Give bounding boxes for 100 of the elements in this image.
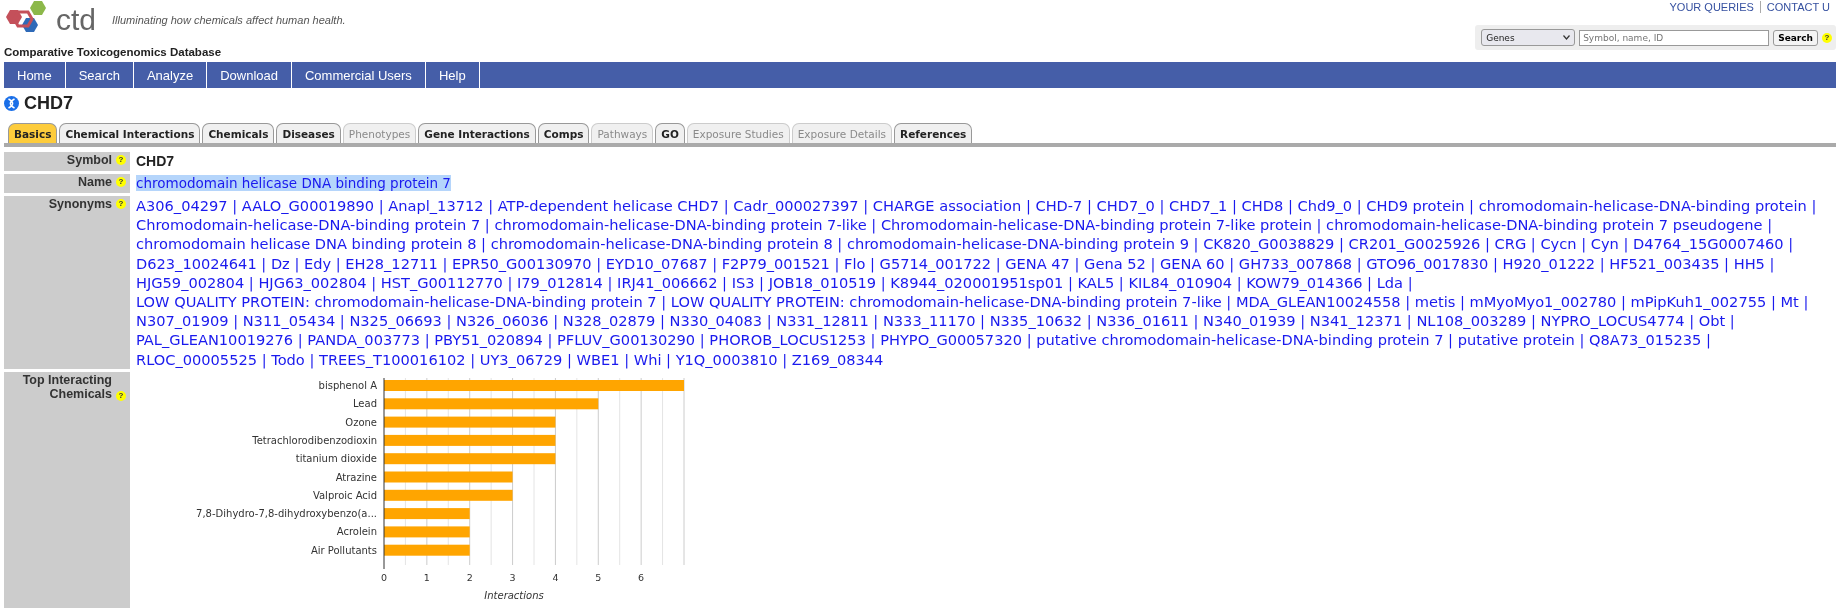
synonym-link[interactable]: KIL84_010904 [1128,273,1232,291]
help-icon[interactable]: ? [116,155,126,165]
synonym-link[interactable]: mMyoMyo1_002780 [1469,293,1617,310]
synonym-link[interactable]: Y1Q_0003810 [675,350,778,368]
synonym-link[interactable]: IS3 [731,273,755,291]
synonym-link[interactable]: Chromodomain-helicase-DNA-binding protein 7 [136,216,481,234]
synonym-link[interactable]: CHD7_1 [1169,197,1228,214]
synonym-link[interactable]: chromodomain-helicase-DNA-binding protein [1478,197,1807,214]
synonym-link[interactable]: GENA 60 [1160,254,1225,272]
synonym-link[interactable]: KAL5 [1077,273,1115,291]
synonym-link[interactable]: CR201_G0025926 [1348,235,1481,253]
synonym-link[interactable]: Flo [844,254,866,272]
synonym-link[interactable]: chromodomain-helicase-DNA-binding protein 7-like [494,216,867,234]
nav-link[interactable]: Search [65,62,134,88]
tab[interactable]: GO [655,123,685,143]
synonym-link[interactable]: N331_12811 [776,312,869,330]
category-dropdown[interactable]: Genes [1481,29,1576,46]
synonym-link[interactable]: RLOC_00005525 [136,350,257,368]
synonym-link[interactable]: N341_12371 [1309,312,1403,330]
synonym-link[interactable]: PAL_GLEAN10019276 [136,331,294,349]
help-icon[interactable]: ? [116,199,126,209]
synonym-link[interactable]: N335_10632 [989,312,1083,330]
synonym-link[interactable]: PHOROB_LOCUS1253 [709,331,866,349]
nav-link[interactable]: Help [425,62,480,88]
synonym-link[interactable]: Edy [304,254,332,272]
synonym-link[interactable]: CRG [1494,235,1527,253]
synonym-link[interactable]: metis [1414,293,1456,310]
tab[interactable]: Diseases [276,123,341,143]
synonym-link[interactable]: AALO_G00019890 [241,197,375,214]
synonym-link[interactable]: WBE1 [576,350,620,368]
nav-link[interactable]: Download [207,62,292,88]
synonym-link[interactable]: GTO96_0017830 [1366,254,1489,272]
synonym-link[interactable]: CHD9 protein [1366,197,1465,214]
synonym-link[interactable]: JOB18_010519 [768,273,877,291]
synonym-link[interactable]: N328_02879 [562,312,656,330]
tab[interactable]: Chemicals [202,123,275,143]
synonym-link[interactable]: chromodomain-helicase-DNA-binding protein 7 pseudogene [1326,216,1763,234]
help-icon[interactable]: ? [116,177,126,187]
synonym-link[interactable]: GENA 47 [1005,254,1070,272]
synonym-link[interactable]: Todo [271,350,305,368]
synonym-link[interactable]: Whi [633,350,662,368]
synonym-link[interactable]: Dz [270,254,290,272]
synonym-link[interactable]: EPR50_G00130970 [452,254,592,272]
synonym-link[interactable]: Chd9_0 [1297,197,1353,214]
synonym-link[interactable]: N307_01909 [136,312,229,330]
synonym-link[interactable]: HH5 [1733,254,1765,272]
synonym-link[interactable]: HJG59_002804 [136,273,245,291]
nav-link[interactable]: Analyze [133,62,208,88]
synonym-link[interactable]: N333_11170 [882,312,976,330]
synonym-link[interactable]: Lda [1376,273,1404,291]
synonym-link[interactable]: CHD8 [1241,197,1284,214]
synonym-link[interactable]: N325_06693 [349,312,442,330]
synonym-link[interactable]: PFLUV_G00130290 [557,331,696,349]
header-link[interactable]: YOUR QUERIES [1663,1,1760,13]
synonym-link[interactable]: Cycn [1540,235,1577,253]
synonym-link[interactable]: LOW QUALITY PROTEIN: chromodomain-helicase-DNA-binding protein 7-like [670,293,1222,310]
tab[interactable]: Comps [537,123,590,143]
synonym-link[interactable]: CHD7_0 [1096,197,1155,214]
synonym-link[interactable]: K8944_020001951sp01 [890,273,1064,291]
synonym-link[interactable]: PHYPO_G00057320 [880,331,1022,349]
synonym-link[interactable]: chromodomain helicase DNA binding protein 8 [136,235,477,253]
synonym-link[interactable]: G5714_001722 [879,254,992,272]
synonym-link[interactable]: chromodomain-helicase-DNA-binding protein 9 [846,235,1189,253]
synonym-link[interactable]: Chromodomain-helicase-DNA-binding protein 7-like protein [880,216,1312,234]
synonym-link[interactable]: Cyn [1590,235,1619,253]
synonym-link[interactable]: NYPRO_LOCUS4774 [1540,312,1685,330]
help-icon[interactable]: ? [1822,32,1832,43]
header-link[interactable]: CONTACT U [1759,1,1836,13]
synonym-link[interactable]: mPipKuh1_002755 [1630,293,1767,310]
tab[interactable]: Basics [8,123,58,143]
synonym-link[interactable]: TREES_T100016102 [319,350,466,368]
synonym-link[interactable]: chromodomain-helicase-DNA-binding protein 8 [490,235,833,253]
synonym-link[interactable]: CK820_G0038829 [1203,235,1335,253]
synonym-link[interactable]: HST_G00112770 [380,273,503,291]
synonym-link[interactable]: H920_01222 [1502,254,1596,272]
synonym-link[interactable]: KOW79_014366 [1246,273,1363,291]
tab[interactable]: Chemical Interactions [59,123,201,143]
synonym-link[interactable]: Anapl_13712 [388,197,484,214]
search-field[interactable]: Symbol, name, ID [1579,29,1770,46]
synonym-link[interactable]: UY3_06729 [479,350,563,368]
synonym-link[interactable]: N330_04083 [669,312,762,330]
synonym-link[interactable]: F2P79_001521 [721,254,830,272]
synonym-link[interactable]: D623_10024641 [136,254,257,272]
tab[interactable]: Gene Interactions [418,123,536,143]
synonym-link[interactable]: PANDA_003773 [307,331,421,349]
synonym-link[interactable]: IRJ41_006662 [617,273,718,291]
synonym-link[interactable]: N311_05434 [242,312,336,330]
synonym-link[interactable]: N326_06036 [456,312,549,330]
synonym-link[interactable]: I79_012814 [517,273,603,291]
synonym-link[interactable]: putative protein [1457,331,1575,349]
synonym-link[interactable]: CHD-7 [1035,197,1083,214]
synonym-link[interactable]: A306_04297 [136,197,228,214]
synonym-link[interactable]: GH733_007868 [1238,254,1352,272]
synonym-link[interactable]: Z169_08344 [791,350,884,368]
synonym-link[interactable]: EYD10_07687 [605,254,708,272]
synonym-link[interactable]: HF521_003435 [1609,254,1720,272]
synonym-link[interactable]: PBY51_020894 [434,331,543,349]
synonym-link[interactable]: D4764_15G0007460 [1633,235,1784,253]
synonym-link[interactable]: Cadr_000027397 [733,197,859,214]
synonym-link[interactable]: putative chromodomain-helicase-DNA-binding protein 7 [1036,331,1444,349]
